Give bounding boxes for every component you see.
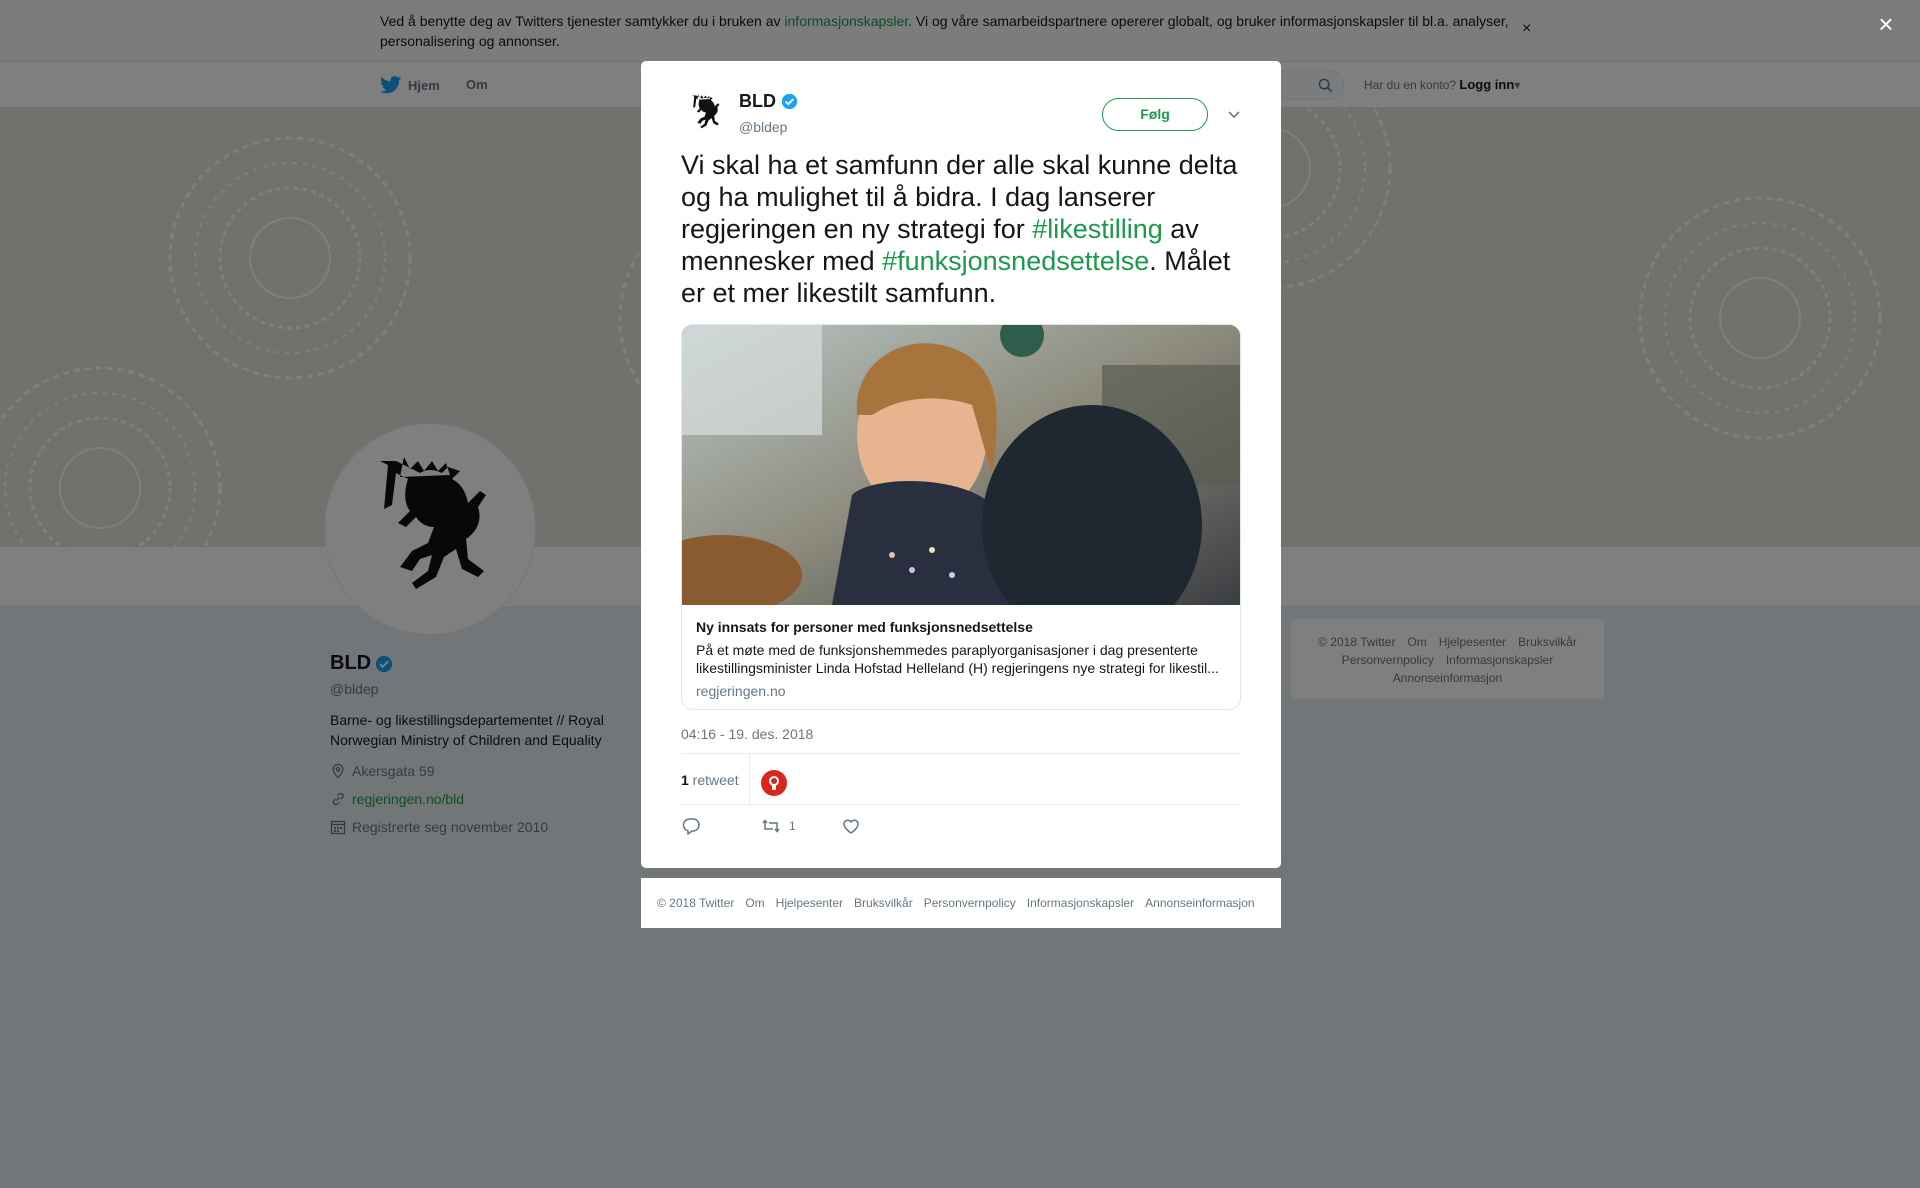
card-title: Ny innsats for personer med funksjonsned…: [696, 619, 1033, 635]
follow-button[interactable]: Følg: [1102, 98, 1208, 131]
reply-icon: [682, 818, 700, 835]
tweet-author-avatar[interactable]: [681, 89, 729, 137]
hashtag-link[interactable]: #funksjonsnedsettelse: [882, 246, 1149, 276]
card-domain: regjeringen.no: [696, 683, 786, 699]
footer-link-help[interactable]: Hjelpesenter: [776, 896, 843, 910]
tweet-timestamp[interactable]: 04:16 - 19. des. 2018: [681, 726, 813, 742]
footer-link-ads-info[interactable]: Annonseinformasjon: [1145, 896, 1254, 910]
footer-copyright: © 2018 Twitter: [657, 896, 735, 910]
heart-icon: [843, 819, 859, 834]
tweet-text: Vi skal ha et samfunn der alle skal kunn…: [681, 149, 1251, 309]
hashtag-link[interactable]: #likestilling: [1032, 214, 1163, 244]
tweet-modal: BLD @bldep Følg Vi skal ha et samfunn de…: [641, 61, 1281, 868]
link-card[interactable]: Ny innsats for personer med funksjonsned…: [681, 324, 1241, 710]
retweet-icon: [762, 819, 780, 833]
footer-link-about[interactable]: Om: [745, 896, 764, 910]
tweet-author-name-text: BLD: [739, 91, 776, 111]
lion-coat-of-arms-icon: [692, 94, 720, 129]
retweet-stats[interactable]: 1 retweet: [681, 772, 739, 788]
divider: [749, 754, 750, 804]
retweet-button[interactable]: 1: [761, 817, 796, 835]
retweeter-logo-icon: [769, 776, 779, 790]
footer-link-privacy[interactable]: Personvernpolicy: [924, 896, 1016, 910]
card-description: På et møte med de funksjonshemmedes para…: [696, 642, 1219, 676]
divider: [681, 804, 1241, 805]
retweet-label: retweet: [688, 772, 739, 788]
divider: [681, 753, 1241, 754]
retweet-count: 1: [681, 772, 689, 788]
card-image[interactable]: [682, 325, 1240, 605]
chevron-down-icon[interactable]: [1225, 105, 1243, 123]
like-button[interactable]: [841, 817, 861, 835]
card-photo: [682, 325, 1240, 605]
retweeter-avatar[interactable]: [761, 770, 787, 796]
footer-link-cookies[interactable]: Informasjonskapsler: [1027, 896, 1134, 910]
tweet-author-handle[interactable]: @bldep: [739, 119, 787, 135]
tweet-author-name[interactable]: BLD: [739, 91, 798, 112]
verified-badge-icon: [781, 93, 798, 110]
retweet-action-count: 1: [789, 819, 796, 833]
reply-button[interactable]: [681, 817, 701, 835]
close-icon[interactable]: ×: [1874, 11, 1898, 37]
modal-footer: © 2018 Twitter Om Hjelpesenter Bruksvilk…: [641, 878, 1281, 928]
footer-link-terms[interactable]: Bruksvilkår: [854, 896, 913, 910]
